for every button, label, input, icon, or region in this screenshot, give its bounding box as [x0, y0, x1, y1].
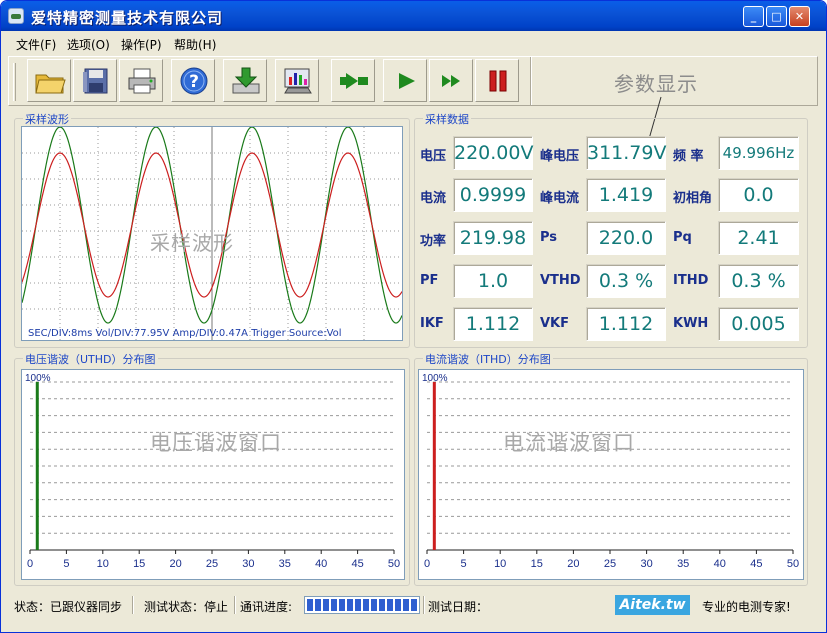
data-value-box: 311.79V [586, 136, 666, 170]
uthd-panel[interactable]: 100% 0 5 10 15 20 25 30 35 40 45 50 电压谐波窗口 [21, 369, 405, 580]
data-label: VTHD [540, 273, 581, 288]
harmonic-tick-label: 15 [133, 558, 145, 570]
data-label: Ps [540, 230, 558, 245]
progress-block [307, 599, 313, 611]
harmonic-tick-label: 45 [750, 558, 762, 570]
harmonic-tick-label: 10 [494, 558, 506, 570]
harmonic-tick-label: 10 [97, 558, 109, 570]
progress-block [355, 599, 361, 611]
status-test-date: 测试日期： [428, 600, 489, 614]
status-separator [423, 596, 425, 614]
status-separator [132, 596, 134, 614]
progress-block [387, 599, 393, 611]
data-value-box: 0.3 % [718, 264, 799, 298]
data-value-box: 220.0 [586, 221, 666, 255]
sample-data-group-title: 采样数据 [423, 111, 471, 127]
comm-progress-bar [304, 596, 420, 614]
harmonic-tick-label: 45 [351, 558, 363, 570]
uthd-group-title: 电压谐波（UTHD）分布图 [23, 351, 158, 367]
waveform-scope[interactable]: 采样波形 SEC/DIV:8ms Vol/DIV:77.95V Amp/DIV:… [21, 126, 403, 341]
data-label: VKF [540, 316, 570, 331]
data-value-box: 2.41 [718, 221, 799, 255]
harmonic-bar [35, 382, 39, 550]
progress-block [323, 599, 329, 611]
status-separator [234, 596, 236, 614]
ithd-panel[interactable]: 100% 0 5 10 15 20 25 30 35 40 45 50 电流谐波窗口 [418, 369, 804, 580]
harmonic-tick-label: 25 [206, 558, 218, 570]
scope-status-text: SEC/DIV:8ms Vol/DIV:77.95V Amp/DIV:0.47A… [28, 328, 342, 339]
progress-block [331, 599, 337, 611]
uthd-chart: 100%0 5 10 15 20 25 30 35 40 45 50 [25, 373, 400, 570]
progress-block [347, 599, 353, 611]
harmonic-tick-label: 5 [63, 558, 69, 570]
status-comm-label: 通讯进度: [240, 600, 293, 614]
harmonic-tick-label: 20 [567, 558, 579, 570]
data-value-box: 1.112 [453, 307, 533, 341]
status-test-state: 测试状态：停止 [144, 600, 229, 614]
data-value-box: 0.3 % [586, 264, 666, 298]
ithd-watermark: 电流谐波窗口 [503, 431, 635, 455]
status-slogan: 专业的电测专家! [702, 600, 791, 614]
data-label: 功率 [420, 234, 447, 249]
progress-block [403, 599, 409, 611]
progress-block [363, 599, 369, 611]
harmonic-tick-label: 30 [640, 558, 652, 570]
data-label: 峰电流 [540, 191, 580, 206]
data-value-box: 1.0 [453, 264, 533, 298]
data-label: 电流 [420, 191, 447, 206]
uthd-watermark: 电压谐波窗口 [150, 431, 282, 455]
status-state: 状态：已跟仪器同步 [14, 600, 123, 614]
data-value-box: 1.419 [586, 178, 666, 212]
data-label: PF [420, 273, 439, 288]
ithd-group-title: 电流谐波（ITHD）分布图 [423, 351, 553, 367]
main-window: 爱特精密测量技术有限公司 _ □ ✕ 文件(F) 选项(O) 操作(P) 帮助(… [0, 0, 827, 633]
harmonic-tick-label: 25 [604, 558, 616, 570]
progress-block [371, 599, 377, 611]
progress-fill [307, 599, 417, 611]
data-value-box: 219.98 [453, 221, 533, 255]
data-value-box: 1.112 [586, 307, 666, 341]
progress-block [411, 599, 417, 611]
status-bar: 状态：已跟仪器同步 测试状态：停止 通讯进度: 测试日期： Aitek.tw 专… [8, 594, 820, 616]
harmonic-tick-label: 35 [279, 558, 291, 570]
data-value-box: 220.00V [453, 136, 533, 170]
harmonic-tick-label: 50 [388, 558, 400, 570]
data-label: IKF [420, 316, 444, 331]
harmonic-tick-label: 0 [27, 558, 33, 570]
data-label: 电压 [420, 149, 447, 164]
progress-block [339, 599, 345, 611]
waveform-group-title: 采样波形 [23, 111, 71, 127]
data-label: ITHD [673, 273, 709, 288]
progress-block [379, 599, 385, 611]
harmonic-tick-label: 5 [461, 558, 467, 570]
data-label: 频 率 [673, 149, 704, 164]
data-value-box: 0.9999 [453, 178, 533, 212]
harmonic-tick-label: 20 [169, 558, 181, 570]
harmonic-tick-label: 40 [315, 558, 327, 570]
data-value-box: 0.0 [718, 178, 799, 212]
harmonic-tick-label: 50 [787, 558, 799, 570]
harmonic-tick-label: 30 [242, 558, 254, 570]
data-value-box: 49.996Hz [718, 136, 799, 170]
progress-block [395, 599, 401, 611]
data-label: Pq [673, 230, 692, 245]
data-label: 初相角 [673, 191, 713, 206]
waveform-watermark: 采样波形 [150, 231, 234, 255]
data-value-box: 0.005 [718, 307, 799, 341]
ithd-chart: 100%0 5 10 15 20 25 30 35 40 45 50 [422, 373, 799, 570]
brand-logo: Aitek.tw [615, 595, 690, 615]
harmonic-tick-label: 0 [424, 558, 430, 570]
harmonic-bar [432, 382, 436, 550]
data-label: 峰电压 [540, 149, 580, 164]
harmonic-tick-label: 15 [531, 558, 543, 570]
harmonic-tick-label: 35 [677, 558, 689, 570]
harmonic-tick-label: 40 [714, 558, 726, 570]
data-label: KWH [673, 316, 709, 331]
progress-block [315, 599, 321, 611]
